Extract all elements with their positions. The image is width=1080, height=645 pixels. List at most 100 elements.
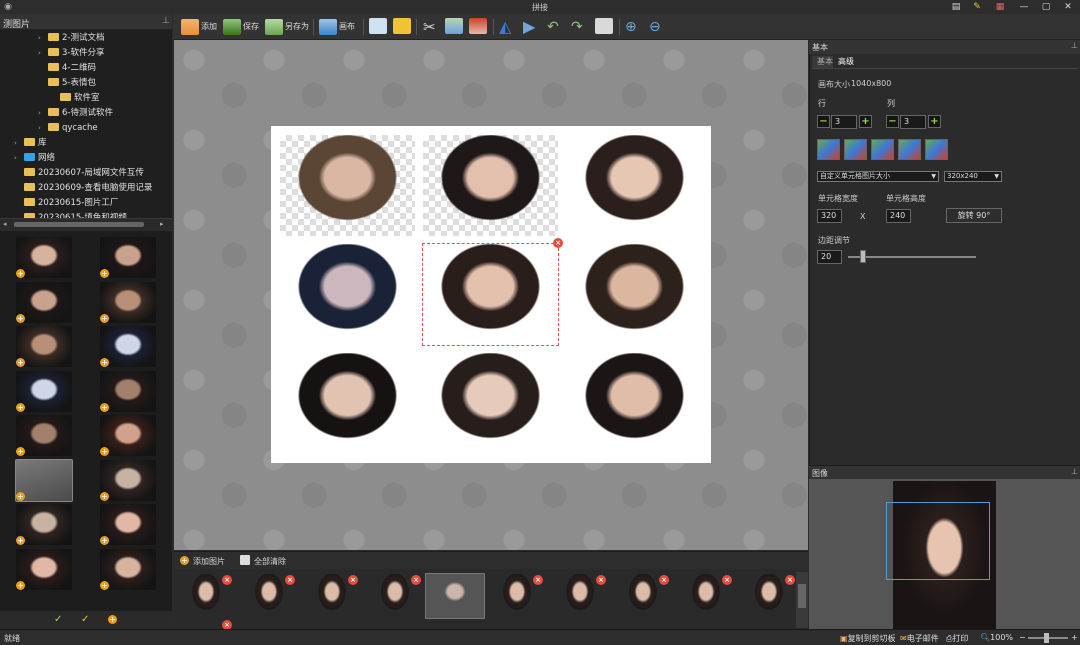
print-icon[interactable]	[369, 18, 387, 34]
tree-item[interactable]: 20230607-局域网文件互传	[14, 166, 144, 181]
rotate-90-button[interactable]: 旋转 90°	[946, 208, 1002, 223]
add-to-collage-icon[interactable]: +	[100, 269, 109, 278]
cell-width-input[interactable]: 320	[817, 209, 842, 223]
expand-arrow-icon[interactable]: ›	[14, 151, 24, 166]
cut-icon[interactable]: ✂	[423, 18, 436, 36]
collage-cell[interactable]	[423, 135, 558, 236]
collage-cell[interactable]	[567, 244, 702, 345]
add-to-collage-icon[interactable]: +	[100, 536, 109, 545]
clear-all-button[interactable]: 全部清除	[254, 556, 286, 567]
strip-thumbnail[interactable]	[425, 573, 485, 619]
palette-icon[interactable]: ▦	[994, 1, 1006, 13]
remove-icon[interactable]: ×	[659, 575, 669, 585]
zoom-in-icon[interactable]: ⊕	[625, 18, 637, 36]
paste-icon[interactable]	[469, 18, 487, 34]
zoom-out-button[interactable]: −	[1019, 633, 1026, 642]
add-to-collage-icon[interactable]: +	[16, 580, 25, 590]
maximize-button[interactable]: ▢	[1040, 1, 1052, 13]
zoom-slider-thumb[interactable]	[1044, 633, 1049, 643]
tree-item[interactable]: › 2-测试文档	[38, 31, 104, 46]
tree-item[interactable]: › 库	[14, 136, 47, 151]
tab-advanced[interactable]: 高级	[833, 56, 859, 68]
scroll-thumb[interactable]	[14, 222, 144, 227]
add-icon[interactable]: +	[108, 615, 117, 624]
remove-icon[interactable]: ×	[222, 575, 232, 585]
save-as-button[interactable]: 另存为	[265, 18, 309, 36]
add-to-collage-icon[interactable]: +	[100, 447, 109, 456]
mail-icon[interactable]	[393, 18, 411, 34]
tree-item[interactable]: › 3-软件分享	[38, 46, 104, 61]
check-all-icon[interactable]: ✓	[81, 614, 89, 625]
minimize-button[interactable]: —	[1018, 1, 1030, 13]
rows-increment-button[interactable]: +	[859, 115, 872, 128]
check-icon[interactable]: ✓	[54, 614, 62, 625]
add-to-collage-icon[interactable]: +	[16, 313, 25, 323]
cell-height-input[interactable]: 240	[886, 209, 911, 223]
crop-selection-box[interactable]	[886, 502, 990, 580]
remove-icon[interactable]: ×	[596, 575, 606, 585]
save-button[interactable]: 保存	[223, 18, 259, 36]
zoom-in-button[interactable]: +	[1071, 633, 1078, 642]
canvas-area[interactable]: ×	[174, 40, 808, 550]
collage-cell[interactable]	[280, 353, 415, 454]
cell-size-preset-select[interactable]: 320x240 ▼	[944, 171, 1002, 182]
remove-icon[interactable]: ×	[722, 575, 732, 585]
add-to-collage-icon[interactable]: +	[16, 447, 25, 456]
tree-item[interactable]: 软件室	[50, 91, 100, 106]
expand-arrow-icon[interactable]: ›	[38, 121, 48, 136]
add-button[interactable]: 添加	[181, 18, 217, 36]
layout-template-3[interactable]	[871, 139, 894, 160]
collage-cell[interactable]	[567, 135, 702, 236]
add-to-collage-icon[interactable]: +	[16, 491, 25, 501]
pin-icon[interactable]: ⊥	[162, 16, 170, 26]
eraser-icon[interactable]	[595, 18, 613, 34]
tree-item[interactable]: 20230615-填色和视频...	[14, 211, 135, 218]
expand-arrow-icon[interactable]: ›	[38, 31, 48, 46]
collage-canvas[interactable]: ×	[271, 126, 711, 463]
clear-all-icon[interactable]	[240, 555, 250, 565]
document-icon[interactable]: ▤	[950, 1, 962, 13]
collage-cell[interactable]	[423, 353, 558, 454]
strip-thumbnail[interactable]	[249, 574, 289, 618]
add-to-collage-icon[interactable]: +	[100, 358, 109, 367]
email-button[interactable]: ✉电子邮件	[900, 633, 939, 644]
remove-icon[interactable]: ×	[553, 238, 563, 248]
strip-thumbnail[interactable]	[749, 574, 789, 618]
tree-item[interactable]: 20230615-图片工厂	[14, 196, 118, 211]
close-button[interactable]: ✕	[1062, 1, 1074, 13]
rotate-left-icon[interactable]: ↶	[547, 18, 559, 36]
canvas-button[interactable]: 画布	[319, 18, 355, 36]
remove-icon[interactable]: ×	[533, 575, 543, 585]
print-button[interactable]: ⎙打印	[946, 633, 968, 644]
pin-icon[interactable]: ⊥	[1071, 467, 1078, 476]
remove-icon[interactable]: ×	[785, 575, 795, 585]
add-to-collage-icon[interactable]: +	[16, 358, 25, 367]
remove-icon[interactable]: ×	[348, 575, 358, 585]
add-to-collage-icon[interactable]: +	[16, 536, 25, 545]
zoom-out-icon[interactable]: ⊖	[649, 18, 661, 36]
strip-thumbnail[interactable]	[186, 574, 226, 618]
add-to-collage-icon[interactable]: +	[100, 580, 109, 590]
tree-item[interactable]: 20230609-查看电脑使用记录	[14, 181, 152, 196]
strip-thumbnail[interactable]	[623, 574, 663, 618]
add-to-collage-icon[interactable]: +	[16, 402, 25, 412]
add-images-button[interactable]: 添加图片	[193, 556, 225, 567]
margin-input[interactable]: 20	[817, 250, 842, 264]
flip-v-icon[interactable]: ▶	[523, 18, 535, 36]
add-to-collage-icon[interactable]: +	[100, 313, 109, 323]
strip-thumbnail[interactable]	[312, 574, 352, 618]
collage-cell[interactable]	[567, 353, 702, 454]
strip-thumbnail[interactable]	[497, 574, 537, 618]
cols-increment-button[interactable]: +	[928, 115, 941, 128]
collage-cell[interactable]	[280, 135, 415, 236]
scroll-left-icon[interactable]: ◂	[3, 220, 7, 228]
layout-template-1[interactable]	[817, 139, 840, 160]
layout-template-2[interactable]	[844, 139, 867, 160]
margin-slider-track[interactable]	[848, 256, 976, 258]
remove-icon[interactable]: ×	[285, 575, 295, 585]
strip-scrollbar[interactable]	[796, 572, 808, 628]
strip-thumbnail[interactable]	[375, 574, 415, 618]
scroll-right-icon[interactable]: ▸	[160, 220, 164, 228]
copy-clipboard-button[interactable]: ▣复制到剪切板	[840, 633, 896, 644]
flip-h-icon[interactable]: ◭	[499, 18, 511, 36]
